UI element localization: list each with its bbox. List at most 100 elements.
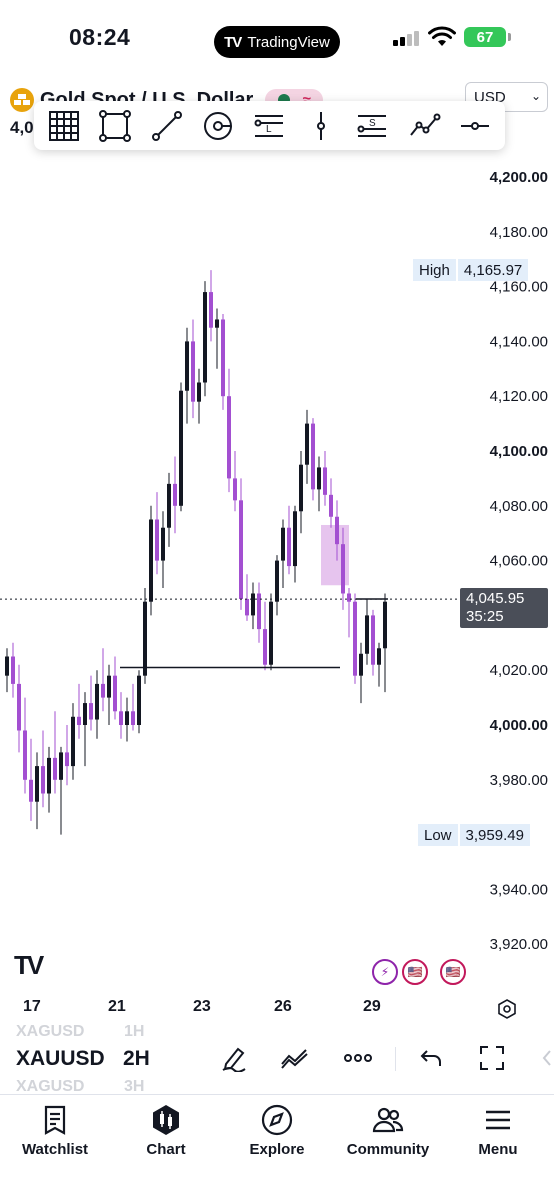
candle-body xyxy=(131,711,135,725)
candle-body xyxy=(149,519,153,602)
rectangle-tool-button[interactable] xyxy=(95,106,135,146)
y-axis-tick-label: 4,200.00 xyxy=(490,169,548,186)
tradingview-logo-icon: TV xyxy=(224,33,242,51)
battery-cap-icon xyxy=(508,33,511,41)
community-icon xyxy=(372,1107,404,1133)
indicators-button[interactable] xyxy=(280,1043,310,1073)
candle-body xyxy=(143,601,147,676)
status-time: 08:24 xyxy=(69,24,131,50)
scroll-more-button[interactable] xyxy=(540,1043,554,1073)
candle-body xyxy=(185,341,189,391)
high-label-value: 4,165.97 xyxy=(457,259,529,281)
symbol-picker[interactable]: XAUUSD xyxy=(16,1047,105,1071)
nav-item-chart[interactable]: Chart xyxy=(111,1103,221,1158)
nav-label: Menu xyxy=(478,1141,518,1158)
wifi-icon xyxy=(428,26,456,46)
chart-icon xyxy=(153,1105,179,1135)
candle-body xyxy=(83,703,87,725)
undo-icon xyxy=(420,1050,441,1066)
candle-body xyxy=(335,516,339,545)
nav-item-explore[interactable]: Explore xyxy=(222,1103,332,1158)
candle-body xyxy=(167,483,171,528)
nav-label: Chart xyxy=(146,1141,186,1158)
trend-line-tool-button[interactable] xyxy=(147,106,187,146)
y-axis-tick-label: 3,920.00 xyxy=(490,936,548,953)
path-tool-button[interactable] xyxy=(404,106,444,146)
candle-body xyxy=(377,648,381,665)
candle-body xyxy=(347,593,351,602)
short-position-tool-button[interactable]: S xyxy=(352,106,392,146)
candle-body xyxy=(233,478,237,501)
long-position-tool-button[interactable]: L xyxy=(249,106,289,146)
y-axis-tick-label: 4,100.00 xyxy=(490,443,548,460)
us-flag-event-icon[interactable]: 🇺🇸 xyxy=(440,959,466,985)
nav-item-menu[interactable]: Menu xyxy=(443,1103,553,1158)
candle-body xyxy=(125,711,129,725)
candle-body xyxy=(11,656,15,684)
candle-body xyxy=(293,511,297,567)
tradingview-watermark-icon[interactable]: TV xyxy=(14,950,44,981)
vertical-line-tool-button[interactable] xyxy=(301,106,341,146)
candle-body xyxy=(155,519,159,561)
us-flag-event-icon[interactable]: 🇺🇸 xyxy=(402,959,428,985)
candle-body xyxy=(89,703,93,720)
vertical-line-icon xyxy=(316,111,325,140)
time-tick: 17 xyxy=(23,998,41,1015)
candle-body xyxy=(221,319,225,397)
time-tick: 23 xyxy=(193,998,211,1015)
svg-text:L: L xyxy=(266,124,272,135)
last-price-tag: 4,045.95 35:25 xyxy=(460,588,548,628)
candle-body xyxy=(299,464,303,512)
ghost-symbol: XAGUSD xyxy=(16,1078,85,1095)
candle-body xyxy=(77,716,81,725)
candle-body xyxy=(113,675,117,712)
candle-body xyxy=(53,757,57,780)
watchlist-icon xyxy=(44,1105,66,1135)
candle-body xyxy=(23,730,27,780)
undo-button[interactable] xyxy=(416,1043,446,1073)
candle-body xyxy=(305,423,309,465)
y-axis-tick-label: 4,120.00 xyxy=(490,388,548,405)
grid-tool-button[interactable] xyxy=(44,106,84,146)
y-axis-tick-label: 3,980.00 xyxy=(490,772,548,789)
high-price-label: High 4,165.97 xyxy=(413,259,529,281)
candle-body xyxy=(209,292,213,328)
candle-body xyxy=(119,711,123,725)
y-axis-tick-label: 4,060.00 xyxy=(490,553,548,570)
bottom-nav: Watchlist Chart Explore Community Menu xyxy=(0,1094,554,1200)
lightning-event-icon[interactable]: ⚡ xyxy=(372,959,398,985)
nav-item-community[interactable]: Community xyxy=(333,1103,443,1158)
candle-body xyxy=(191,341,195,402)
more-options-button[interactable] xyxy=(343,1043,373,1073)
chevron-left-icon xyxy=(542,1050,551,1066)
drawing-tools-button[interactable] xyxy=(219,1043,249,1073)
fullscreen-button[interactable] xyxy=(477,1043,507,1073)
candle-body xyxy=(101,683,105,698)
battery-indicator: 67 xyxy=(464,27,506,47)
ghost-symbol: XAGUSD xyxy=(16,1023,85,1040)
candle-body xyxy=(353,601,357,676)
nav-item-watchlist[interactable]: Watchlist xyxy=(0,1103,110,1158)
y-axis-tick-label: 4,000.00 xyxy=(490,717,548,734)
candle-body xyxy=(359,653,363,676)
time-axis[interactable]: 17 21 23 26 29 xyxy=(0,998,554,1020)
candle-body xyxy=(203,292,207,383)
time-tick: 29 xyxy=(363,998,381,1015)
circle-tool-button[interactable] xyxy=(198,106,238,146)
last-price-value: 4,045.95 xyxy=(466,590,525,607)
action-divider xyxy=(395,1047,396,1071)
more-dots-icon xyxy=(344,1054,372,1062)
interval-picker[interactable]: 2H xyxy=(123,1047,150,1071)
candle-body xyxy=(95,683,99,720)
status-bar: 08:24 TV TradingView 67 xyxy=(0,0,554,80)
candle-body xyxy=(17,683,21,731)
candle-body xyxy=(71,716,75,767)
candle-body xyxy=(317,467,321,490)
horizontal-line-tool-button[interactable] xyxy=(455,106,495,146)
candle-body xyxy=(311,423,315,490)
dynamic-island: TV TradingView xyxy=(214,26,340,58)
low-price-label: Low 3,959.49 xyxy=(418,824,530,846)
settings-hexagon-icon[interactable] xyxy=(497,999,517,1019)
economic-events: ⚡ 🇺🇸 🇺🇸 xyxy=(372,959,466,985)
dynamic-island-app-name: TradingView xyxy=(247,33,330,51)
